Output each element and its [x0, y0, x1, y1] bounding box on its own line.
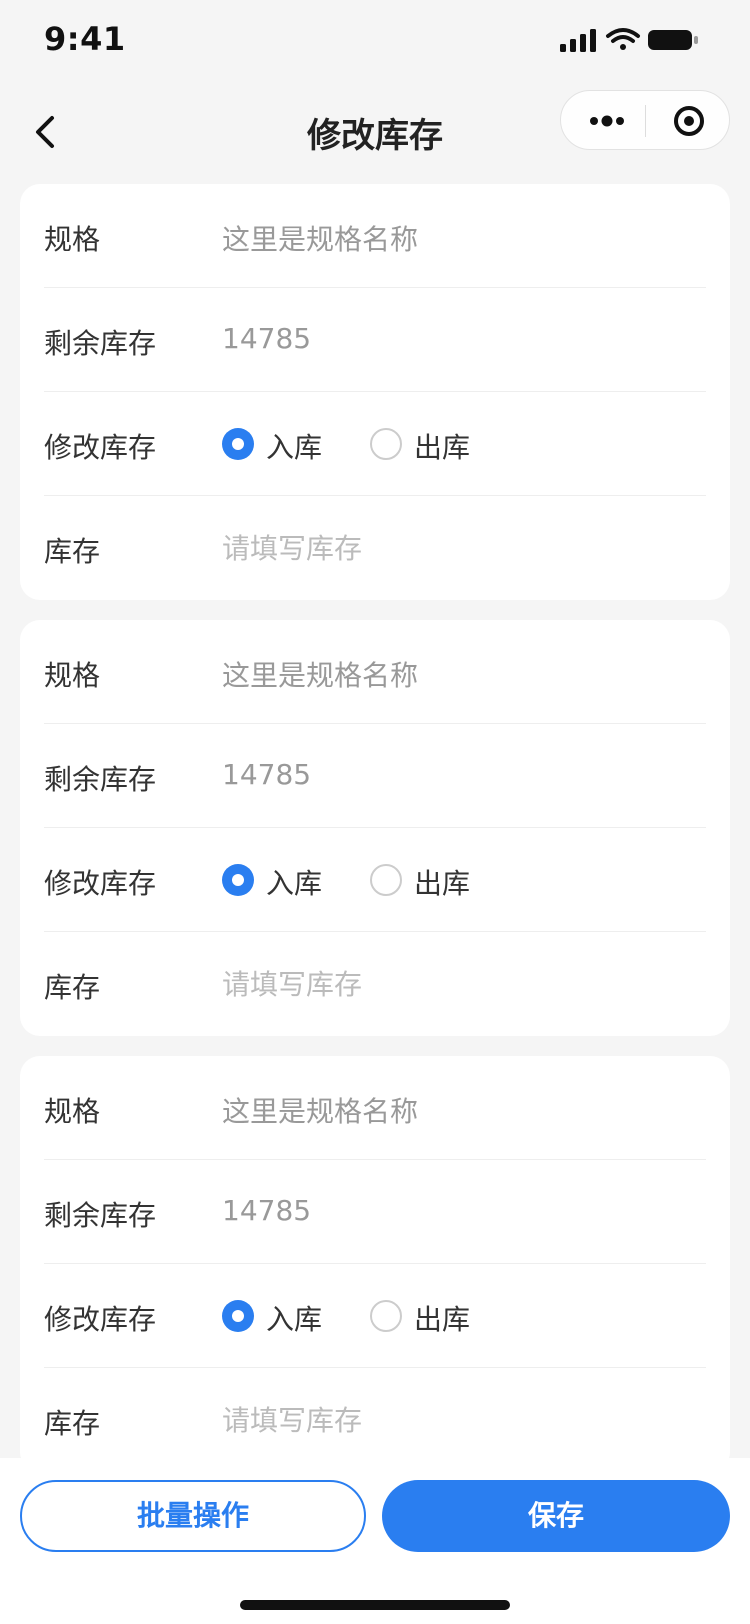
bottom-action-bar: 批量操作 保存 [0, 1458, 750, 1624]
stock-label: 库存 [44, 535, 101, 568]
spec-label: 规格 [44, 1095, 101, 1128]
close-target-icon[interactable] [671, 103, 707, 139]
spec-name: 这里是规格名称 [222, 1095, 419, 1128]
stock-card-list: 规格 这里是规格名称 剩余库存 14785 修改库存 入库 出库 库存 规格 这… [20, 184, 730, 1492]
remaining-row: 剩余库存 14785 [44, 288, 706, 392]
modify-row: 修改库存 入库 出库 [44, 392, 706, 496]
signal-icon [560, 29, 596, 52]
radio-checked-icon [222, 864, 254, 896]
mini-program-capsule [560, 90, 730, 150]
status-icons [556, 26, 706, 54]
stock-card: 规格 这里是规格名称 剩余库存 14785 修改库存 入库 出库 库存 [20, 620, 730, 1036]
spec-row: 规格 这里是规格名称 [44, 620, 706, 724]
radio-out-label: 出库 [414, 431, 471, 464]
remaining-value: 14785 [222, 1194, 312, 1227]
wifi-icon [606, 28, 640, 50]
radio-in-label: 入库 [266, 1303, 323, 1336]
modify-label: 修改库存 [44, 431, 157, 464]
spec-name: 这里是规格名称 [222, 223, 419, 256]
remaining-label: 剩余库存 [44, 327, 157, 360]
modify-row: 修改库存 入库 出库 [44, 1264, 706, 1368]
modify-label: 修改库存 [44, 1303, 157, 1336]
remaining-label: 剩余库存 [44, 763, 157, 796]
radio-in-label: 入库 [266, 867, 323, 900]
stock-card: 规格 这里是规格名称 剩余库存 14785 修改库存 入库 出库 库存 [20, 184, 730, 600]
stock-row: 库存 [44, 496, 706, 600]
remaining-value: 14785 [222, 758, 312, 791]
spec-label: 规格 [44, 223, 101, 256]
spec-label: 规格 [44, 659, 101, 692]
stock-label: 库存 [44, 971, 101, 1004]
stock-row: 库存 [44, 1368, 706, 1472]
radio-unchecked-icon [370, 864, 402, 896]
radio-checked-icon [222, 1300, 254, 1332]
modify-label: 修改库存 [44, 867, 157, 900]
spec-row: 规格 这里是规格名称 [44, 1056, 706, 1160]
radio-checked-icon [222, 428, 254, 460]
radio-out-label: 出库 [414, 1303, 471, 1336]
spec-row: 规格 这里是规格名称 [44, 184, 706, 288]
remaining-value: 14785 [222, 322, 312, 355]
radio-in-label: 入库 [266, 431, 323, 464]
stock-input[interactable] [222, 958, 702, 1010]
modify-row: 修改库存 入库 出库 [44, 828, 706, 932]
more-icon[interactable] [587, 105, 627, 137]
status-bar: 9:41 [0, 0, 750, 88]
battery-icon [648, 30, 698, 50]
stock-input[interactable] [222, 1394, 702, 1446]
remaining-row: 剩余库存 14785 [44, 724, 706, 828]
remaining-label: 剩余库存 [44, 1199, 157, 1232]
stock-card: 规格 这里是规格名称 剩余库存 14785 修改库存 入库 出库 库存 [20, 1056, 730, 1472]
stock-row: 库存 [44, 932, 706, 1036]
save-button[interactable]: 保存 [382, 1480, 730, 1552]
batch-operation-button[interactable]: 批量操作 [20, 1480, 366, 1552]
spec-name: 这里是规格名称 [222, 659, 419, 692]
home-indicator [240, 1600, 510, 1610]
radio-unchecked-icon [370, 1300, 402, 1332]
radio-out-label: 出库 [414, 867, 471, 900]
radio-unchecked-icon [370, 428, 402, 460]
nav-bar: 修改库存 [0, 88, 750, 178]
remaining-row: 剩余库存 14785 [44, 1160, 706, 1264]
stock-label: 库存 [44, 1407, 101, 1440]
capsule-divider [645, 105, 646, 137]
stock-input[interactable] [222, 522, 702, 574]
status-time: 9:41 [44, 20, 126, 58]
